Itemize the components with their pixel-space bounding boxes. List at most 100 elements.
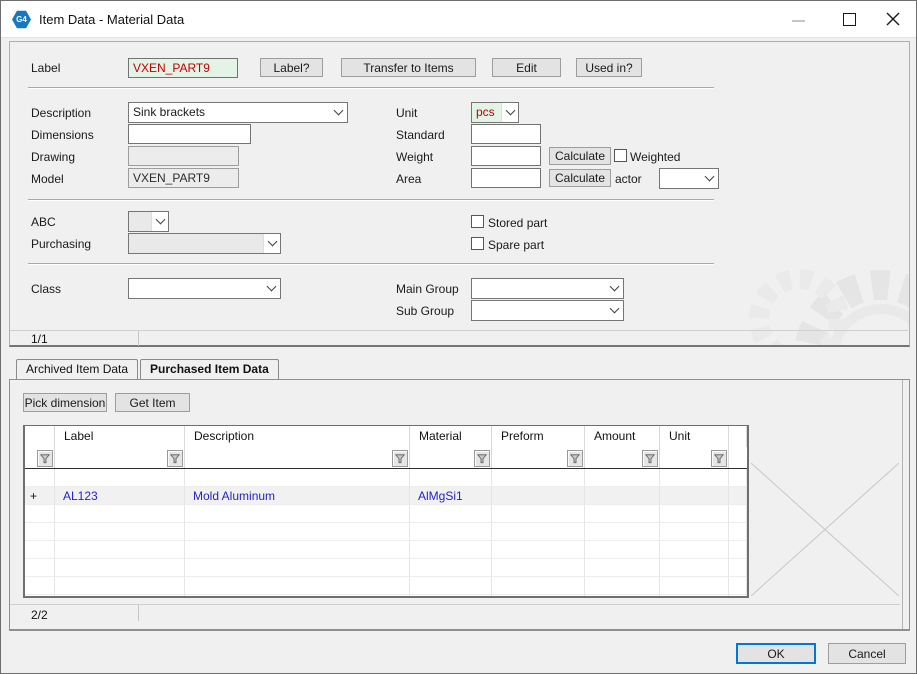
weight-input[interactable] — [471, 146, 541, 166]
status-divider — [138, 331, 139, 346]
chevron-down-icon[interactable] — [606, 301, 623, 320]
sub-group-value — [472, 301, 606, 320]
weight-label: Weight — [396, 150, 433, 164]
edit-button[interactable]: Edit — [492, 58, 561, 77]
table-row[interactable] — [25, 505, 747, 523]
column-header-marker — [25, 426, 55, 447]
table-header-row: Label Description Material Preform Amoun… — [25, 426, 747, 447]
column-header-description: Description — [185, 426, 410, 447]
abc-combobox[interactable] — [128, 211, 169, 232]
cell-preform — [492, 487, 585, 505]
status-strip-line — [10, 330, 908, 331]
table-row-al123[interactable]: + AL123 Mold Aluminum AlMgSi1 — [25, 487, 747, 505]
table-row[interactable] — [25, 541, 747, 559]
chevron-down-icon[interactable] — [501, 103, 518, 122]
class-label: Class — [31, 282, 61, 296]
tab-archived-item-data[interactable]: Archived Item Data — [16, 359, 138, 379]
record-pager: 1/1 — [31, 332, 48, 346]
maximize-icon[interactable] — [843, 13, 856, 26]
tab-purchased-item-data[interactable]: Purchased Item Data — [140, 359, 279, 379]
column-header-amount: Amount — [585, 426, 660, 447]
window-title: Item Data - Material Data — [39, 12, 184, 27]
column-header-label: Label — [55, 426, 185, 447]
sub-group-combobox[interactable] — [471, 300, 624, 321]
chevron-down-icon[interactable] — [701, 169, 718, 188]
main-group-value — [472, 279, 606, 298]
standard-input[interactable] — [471, 124, 541, 144]
unit-combobox[interactable]: pcs — [471, 102, 519, 123]
calculate-weight-button[interactable]: Calculate — [549, 147, 611, 165]
area-label: Area — [396, 172, 421, 186]
standard-label: Standard — [396, 128, 445, 142]
purchasing-value — [129, 234, 263, 253]
minimize-icon[interactable] — [792, 20, 805, 22]
filter-icon[interactable] — [567, 450, 583, 467]
cancel-button[interactable]: Cancel — [828, 643, 906, 664]
chevron-down-icon[interactable] — [263, 279, 280, 298]
unit-value: pcs — [472, 103, 501, 122]
dimensions-input[interactable] — [128, 124, 251, 144]
factor-combobox[interactable] — [659, 168, 719, 189]
calculate-area-button[interactable]: Calculate — [549, 169, 611, 187]
label-input[interactable] — [128, 58, 238, 78]
drawing-input — [128, 146, 239, 166]
label-help-button[interactable]: Label? — [260, 58, 323, 77]
table-row[interactable] — [25, 469, 747, 487]
weighted-checkbox[interactable] — [614, 149, 627, 162]
table-row[interactable] — [25, 559, 747, 577]
stored-part-checkbox[interactable] — [471, 215, 484, 228]
factor-label: actor — [615, 172, 642, 186]
filter-icon[interactable] — [37, 450, 53, 467]
expand-plus-icon[interactable]: + — [25, 487, 55, 505]
table-row[interactable] — [25, 523, 747, 541]
unit-label: Unit — [396, 106, 417, 120]
description-combobox[interactable]: Sink brackets — [128, 102, 348, 123]
status-strip-line — [10, 604, 900, 605]
chevron-down-icon[interactable] — [263, 234, 280, 253]
cell-description: Mold Aluminum — [185, 487, 410, 505]
table-row[interactable] — [25, 577, 747, 595]
chevron-down-icon[interactable] — [151, 212, 168, 231]
column-header-material: Material — [410, 426, 492, 447]
transfer-to-items-button[interactable]: Transfer to Items — [341, 58, 476, 77]
table-pager: 2/2 — [31, 608, 48, 622]
chevron-down-icon[interactable] — [606, 279, 623, 298]
filter-icon[interactable] — [711, 450, 727, 467]
abc-label: ABC — [31, 215, 56, 229]
cell-unit — [660, 487, 729, 505]
pick-dimension-button[interactable]: Pick dimension — [23, 393, 107, 412]
app-icon: G4 — [12, 10, 31, 29]
cell-material: AlMgSi1 — [410, 487, 492, 505]
separator — [28, 87, 714, 89]
factor-value — [660, 169, 701, 188]
stored-part-label: Stored part — [488, 216, 547, 230]
empty-preview-placeholder — [751, 463, 899, 596]
used-in-button[interactable]: Used in? — [576, 58, 642, 77]
gear-watermark-image — [721, 197, 910, 347]
tab-bar: Archived Item Data Purchased Item Data — [16, 359, 279, 379]
get-item-button[interactable]: Get Item — [115, 393, 190, 412]
area-input[interactable] — [471, 168, 541, 188]
spare-part-checkbox[interactable] — [471, 237, 484, 250]
model-label: Model — [31, 172, 64, 186]
ok-button[interactable]: OK — [736, 643, 816, 664]
filter-icon[interactable] — [642, 450, 658, 467]
close-icon[interactable] — [884, 10, 902, 28]
class-combobox[interactable] — [128, 278, 281, 299]
material-table: Label Description Material Preform Amoun… — [23, 425, 749, 598]
model-input — [128, 168, 239, 188]
purchasing-combobox[interactable] — [128, 233, 281, 254]
table-row[interactable] — [25, 595, 747, 598]
filter-icon[interactable] — [167, 450, 183, 467]
filter-icon[interactable] — [474, 450, 490, 467]
filter-icon[interactable] — [392, 450, 408, 467]
sub-group-label: Sub Group — [396, 304, 454, 318]
purchasing-label: Purchasing — [31, 237, 91, 251]
chevron-down-icon[interactable] — [330, 103, 347, 122]
dimensions-label: Dimensions — [31, 128, 94, 142]
cell-label: AL123 — [55, 487, 185, 505]
cell-amount — [585, 487, 660, 505]
main-group-combobox[interactable] — [471, 278, 624, 299]
separator — [28, 263, 714, 265]
label-field-label: Label — [31, 61, 60, 75]
